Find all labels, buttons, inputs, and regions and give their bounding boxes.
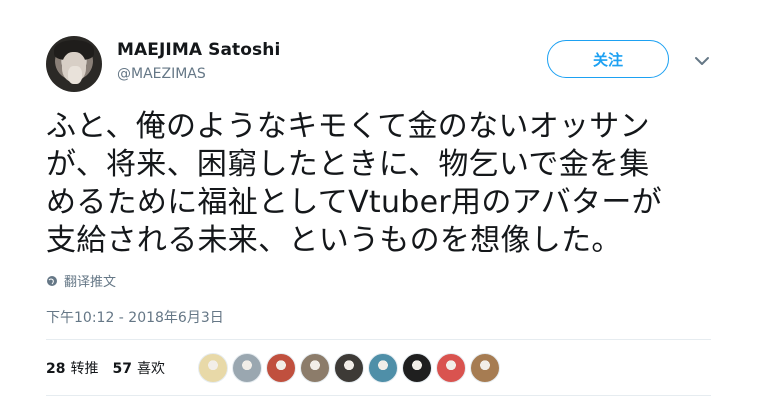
globe-icon [47, 275, 57, 286]
liker-avatar-3[interactable] [266, 353, 296, 383]
tweet-text: ふと、俺のようなキモくて金のないオッサン が、将来、困窮したときに、物乞いで金を… [46, 108, 726, 260]
divider [46, 339, 711, 340]
retweets-count: 28 [46, 361, 66, 377]
tweet-text-line: 支給される未来、というものを想像した。 [46, 223, 622, 258]
tweet-timestamp[interactable]: 下午10:12 - 2018年6月3日 [46, 307, 224, 327]
liker-avatar-9[interactable] [470, 353, 500, 383]
tweet-text-line: が、将来、困窮したときに、物乞いで金を集 [46, 147, 650, 182]
follow-button[interactable]: 关注 [547, 40, 669, 78]
liker-avatar-4[interactable] [300, 353, 330, 383]
liker-avatar-6[interactable] [368, 353, 398, 383]
likes-stat[interactable]: 57 喜欢 [112, 358, 164, 378]
liker-avatar-7[interactable] [402, 353, 432, 383]
liker-avatar-2[interactable] [232, 353, 262, 383]
liker-avatar-8[interactable] [436, 353, 466, 383]
likes-count: 57 [112, 361, 132, 377]
liker-avatar-5[interactable] [334, 353, 364, 383]
avatar-hand [68, 66, 82, 84]
user-handle[interactable]: @MAEZIMAS [117, 66, 206, 82]
retweets-stat[interactable]: 28 转推 [46, 358, 98, 378]
chevron-down-icon[interactable] [694, 55, 710, 67]
liker-avatar-list [198, 353, 500, 383]
retweets-label: 转推 [70, 361, 99, 377]
user-display-name[interactable]: MAEJIMA Satoshi [117, 40, 280, 60]
translate-tweet-link[interactable]: 翻译推文 [46, 271, 116, 290]
likes-label: 喜欢 [136, 361, 165, 377]
tweet-card: MAEJIMA Satoshi @MAEZIMAS 关注 ふと、俺のようなキモく… [0, 0, 760, 402]
tweet-text-line: ふと、俺のようなキモくて金のないオッサン [46, 109, 650, 144]
user-avatar[interactable] [46, 36, 102, 92]
divider [46, 395, 711, 396]
liker-avatar-1[interactable] [198, 353, 228, 383]
tweet-text-line: めるために福祉としてVtuber用のアバターが [46, 185, 662, 220]
tweet-stats: 28 转推 57 喜欢 [46, 358, 165, 378]
translate-label: 翻译推文 [64, 275, 117, 290]
